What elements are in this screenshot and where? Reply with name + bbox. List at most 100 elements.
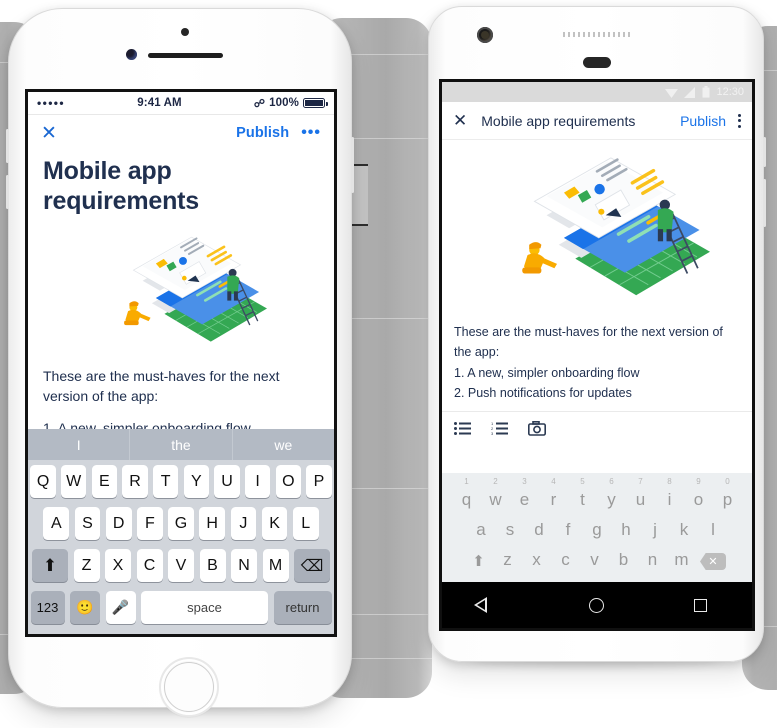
page-title[interactable]: Mobile app requirements <box>43 157 319 216</box>
key-u[interactable]: U <box>214 465 240 498</box>
publish-button[interactable]: Publish <box>680 113 726 129</box>
key-c[interactable]: c <box>551 550 580 570</box>
overflow-dots-icon[interactable]: ••• <box>301 125 321 141</box>
key-u[interactable]: 7u <box>626 478 655 510</box>
key-n[interactable]: n <box>638 550 667 570</box>
iphone-volume-up-button[interactable] <box>6 129 9 163</box>
iphone-home-button[interactable] <box>161 659 217 715</box>
key-l[interactable]: l <box>699 520 728 540</box>
key-y[interactable]: 6y <box>597 478 626 510</box>
iphone-volume-down-button[interactable] <box>6 175 9 209</box>
key-h[interactable]: h <box>612 520 641 540</box>
key-d[interactable]: D <box>105 507 132 540</box>
key-x[interactable]: X <box>105 549 131 582</box>
camera-icon[interactable] <box>528 421 546 436</box>
key-q[interactable]: Q <box>30 465 56 498</box>
key-v[interactable]: v <box>580 550 609 570</box>
key-r[interactable]: R <box>122 465 148 498</box>
key-x[interactable]: x <box>522 550 551 570</box>
key-k[interactable]: k <box>670 520 699 540</box>
ios-status-bar: ••••• 9:41 AM ☍ 100% <box>28 92 334 115</box>
space-key[interactable]: space <box>141 591 268 624</box>
key-e[interactable]: 3e <box>510 478 539 510</box>
key-z[interactable]: z <box>493 550 522 570</box>
iphone-rear-camera-dot <box>181 28 189 36</box>
key-p[interactable]: P <box>306 465 332 498</box>
nav-back-icon[interactable] <box>473 597 500 613</box>
key-p[interactable]: 0p <box>713 478 742 510</box>
prediction-chip[interactable]: the <box>129 429 231 460</box>
layered-document-illustration <box>43 228 319 356</box>
key-t[interactable]: 5t <box>568 478 597 510</box>
keyboard-row-1: 1q 2w 3e 4r 5t 6y 7u 8i 9o 0p <box>442 478 752 510</box>
key-a[interactable]: A <box>43 507 70 540</box>
backspace-icon[interactable]: ⌫ <box>294 549 330 582</box>
android-volume-button[interactable] <box>763 179 766 227</box>
keyboard-row-2: a s d f g h j k l <box>442 520 752 540</box>
key-o[interactable]: O <box>275 465 301 498</box>
key-i[interactable]: I <box>245 465 271 498</box>
numbered-list-icon[interactable]: 1 2 3 <box>491 422 508 435</box>
microphone-icon[interactable]: 🎤 <box>105 591 136 624</box>
isometric-layers-svg <box>124 236 267 342</box>
key-e[interactable]: E <box>91 465 117 498</box>
key-g[interactable]: g <box>583 520 612 540</box>
key-w[interactable]: W <box>61 465 87 498</box>
document-list-item-1: 1. A new, simpler onboarding flow <box>454 365 640 380</box>
key-z[interactable]: Z <box>73 549 100 582</box>
prediction-chip[interactable]: we <box>231 429 334 460</box>
key-c[interactable]: C <box>136 549 163 582</box>
close-icon[interactable]: ✕ <box>453 112 467 129</box>
key-s[interactable]: S <box>74 507 101 540</box>
keyboard-row-4: 123 🙂 🎤 space return <box>30 591 332 624</box>
publish-button[interactable]: Publish <box>236 125 289 141</box>
key-l[interactable]: L <box>292 507 319 540</box>
emoji-smiley-icon[interactable]: 🙂 <box>70 591 100 624</box>
key-b[interactable]: B <box>199 549 226 582</box>
key-j[interactable]: j <box>641 520 670 540</box>
key-f[interactable]: F <box>137 507 163 540</box>
return-key[interactable]: return <box>273 591 332 624</box>
key-r[interactable]: 4r <box>539 478 568 510</box>
key-o[interactable]: 9o <box>684 478 713 510</box>
key-n[interactable]: N <box>231 549 257 582</box>
prediction-chip[interactable]: I <box>28 429 129 460</box>
iphone-power-button[interactable] <box>351 137 354 193</box>
key-v[interactable]: V <box>168 549 194 582</box>
android-device: 12:30 ✕ Mobile app requirements Publish <box>428 6 766 662</box>
key-h[interactable]: H <box>199 507 226 540</box>
nav-recents-icon[interactable] <box>694 598 708 612</box>
key-i[interactable]: 8i <box>655 478 684 510</box>
android-power-button[interactable] <box>763 137 766 167</box>
key-f[interactable]: f <box>554 520 583 540</box>
key-m[interactable]: m <box>667 550 696 570</box>
key-y[interactable]: Y <box>183 465 209 498</box>
key-b[interactable]: b <box>609 550 638 570</box>
key-m[interactable]: M <box>262 549 289 582</box>
android-navigation-bar <box>442 582 752 628</box>
nav-home-icon[interactable] <box>589 597 605 613</box>
backspace-icon[interactable]: ✕ <box>696 553 730 570</box>
key-j[interactable]: J <box>230 507 257 540</box>
bulleted-list-icon[interactable] <box>454 422 471 435</box>
shift-arrow-icon[interactable]: ⬆ <box>32 549 68 582</box>
key-w[interactable]: 2w <box>481 478 510 510</box>
close-icon[interactable]: ✕ <box>41 124 57 143</box>
key-t[interactable]: T <box>153 465 179 498</box>
key-s[interactable]: s <box>496 520 525 540</box>
key-k[interactable]: K <box>261 507 288 540</box>
worker-figure-orange <box>124 301 151 326</box>
key-g[interactable]: G <box>168 507 194 540</box>
keyboard-row-3: ⬆ z x c v b n m ✕ <box>442 550 752 570</box>
keyboard-row-3: ⬆ Z X C V B N M ⌫ <box>31 549 332 582</box>
shift-arrow-icon[interactable]: ⬆ <box>464 552 493 570</box>
numbers-key[interactable]: 123 <box>30 591 65 624</box>
screenshot-stage: ••••• 9:41 AM ☍ 100% ✕ Publish ••• Mobil… <box>0 0 777 728</box>
ios-document-text[interactable]: These are the must-haves for the next ve… <box>43 366 319 438</box>
key-q[interactable]: 1q <box>452 478 481 510</box>
android-document-text[interactable]: These are the must-haves for the next ve… <box>442 318 752 411</box>
key-a[interactable]: a <box>467 520 496 540</box>
ios-predictive-bar: I the we <box>28 429 334 460</box>
kebab-menu-icon[interactable] <box>738 113 741 128</box>
key-d[interactable]: d <box>525 520 554 540</box>
